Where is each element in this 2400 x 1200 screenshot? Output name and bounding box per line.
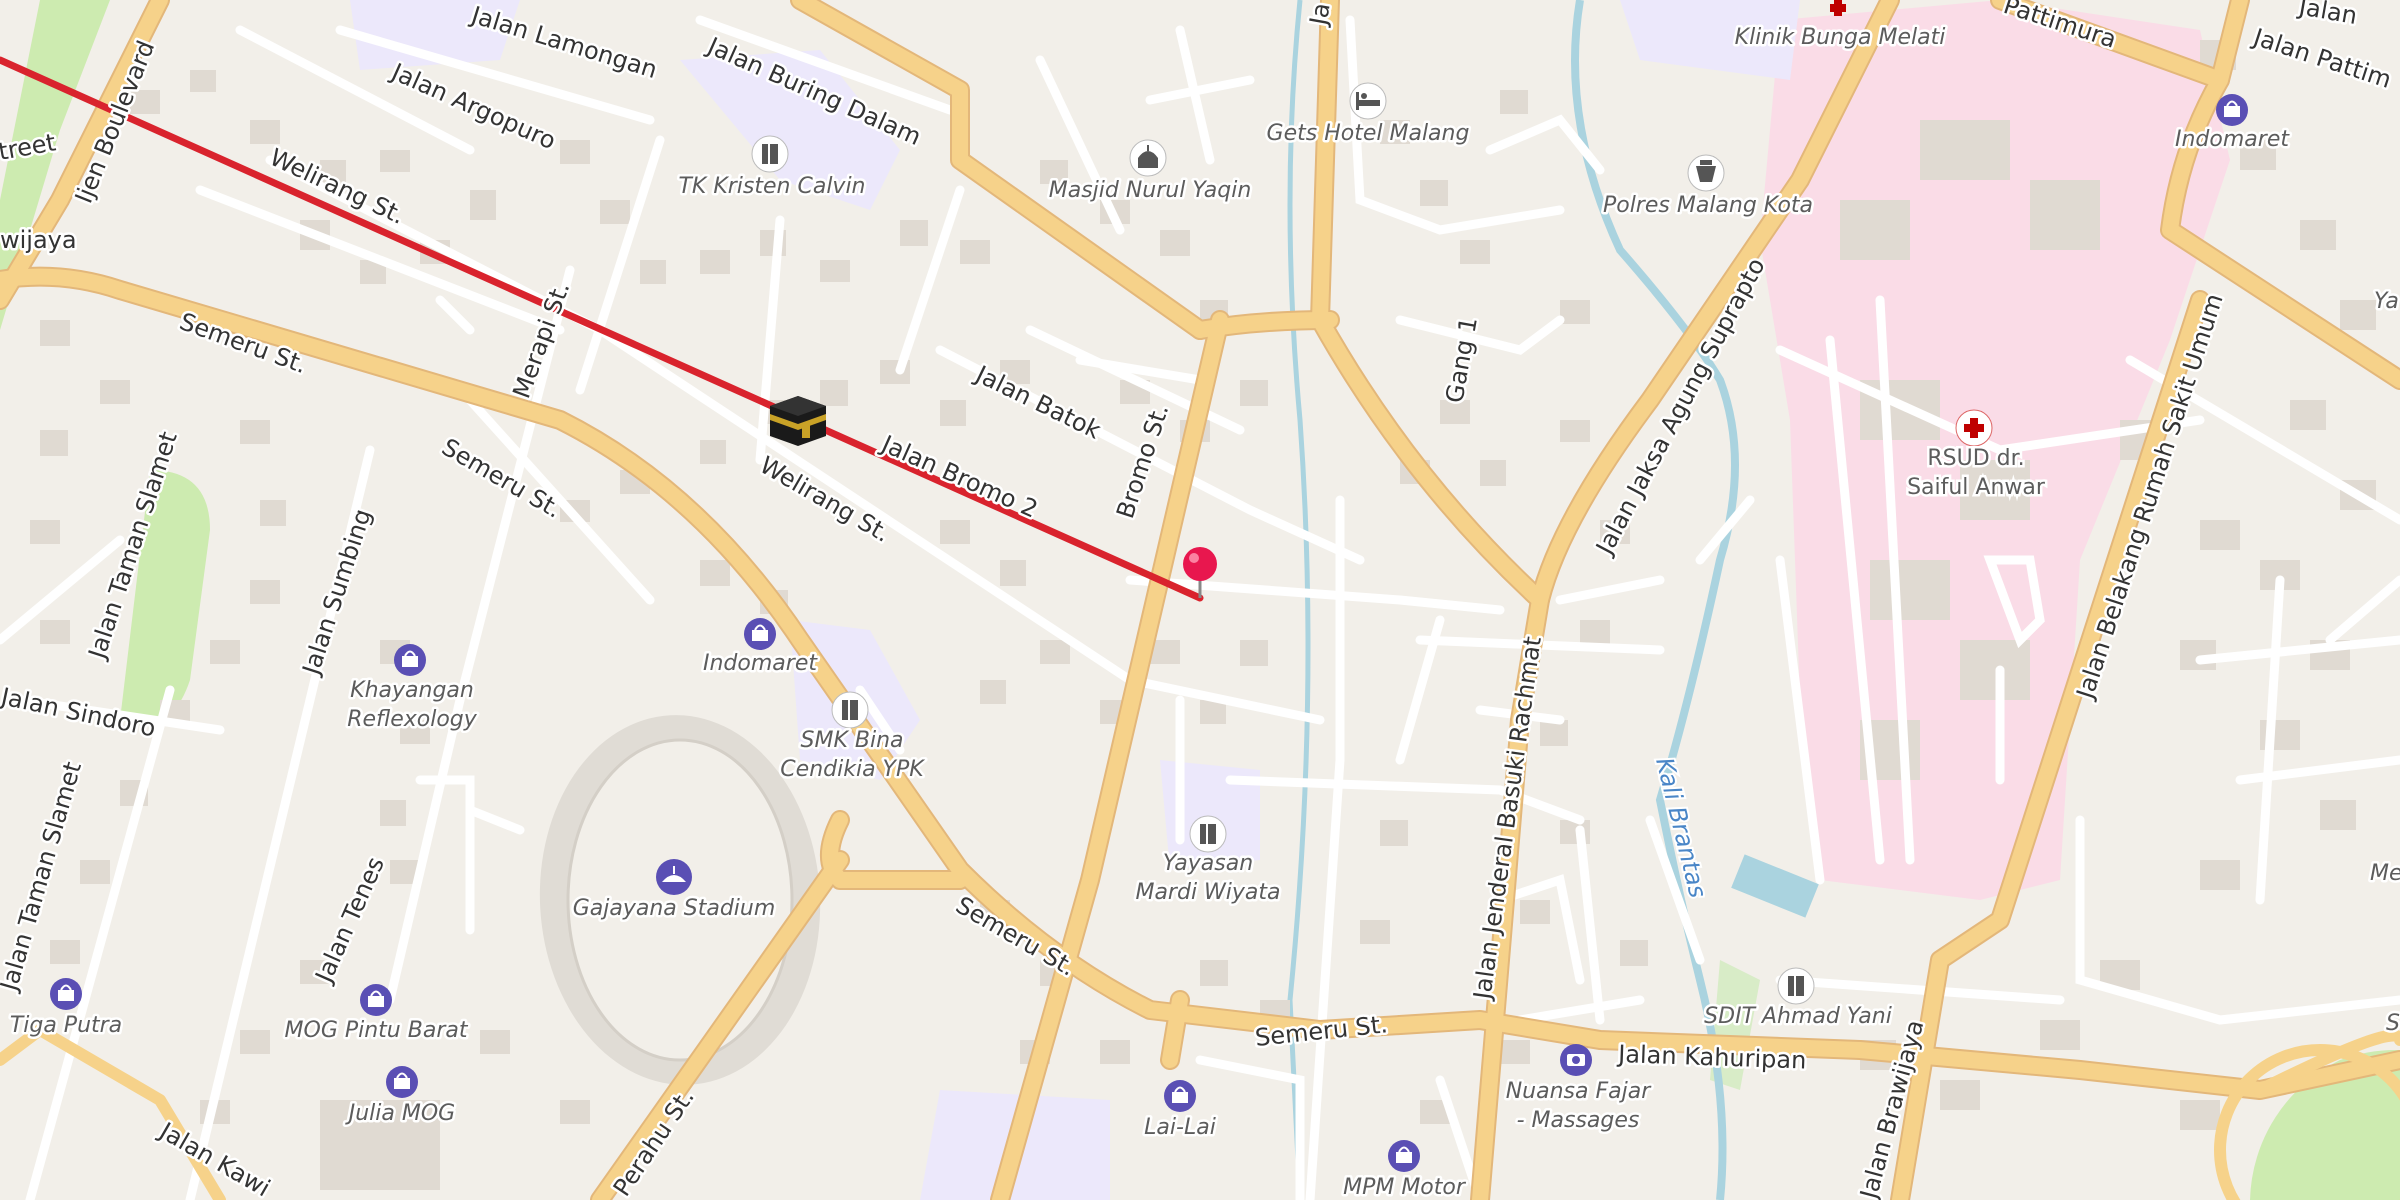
map-canvas[interactable]: Jalan Lamongan Jalan Argopuro Jalan Buri…: [0, 0, 2400, 1200]
poi-label-2: Mardi Wiyata: [1135, 880, 1280, 905]
school-icon: [1189, 815, 1227, 853]
kaaba-icon[interactable]: [770, 396, 826, 446]
poi-label: Julia MOG: [345, 1101, 455, 1126]
poi-label: Indomaret: [703, 651, 818, 676]
poi-label: Khayangan: [350, 678, 474, 703]
hotel-bed-icon: [1349, 82, 1387, 120]
poi-label: SDIT Ahmad Yani: [1704, 1004, 1892, 1029]
poi-label: Tiga Putra: [10, 1013, 122, 1038]
poi-label: Lai-Lai: [1144, 1115, 1216, 1140]
police-icon: [1687, 154, 1725, 192]
poi-label: MPM Motor: [1343, 1175, 1467, 1200]
poi-label: Indomaret: [2175, 127, 2290, 152]
hospital-icon: [1955, 409, 1993, 447]
poi-label: RSUD dr.: [1927, 446, 2024, 471]
poi-label-2: Cendikia YPK: [780, 757, 925, 782]
shopping-bag-icon: [744, 618, 776, 650]
shopping-bag-icon: [360, 984, 392, 1016]
poi-label-2: Reflexology: [347, 707, 478, 732]
school-icon: [1777, 967, 1815, 1005]
shopping-bag-icon: [2216, 94, 2248, 126]
mosque-icon: [1129, 139, 1167, 177]
partial-label-s: S: [2386, 1011, 2400, 1036]
poi-label: Nuansa Fajar: [1506, 1079, 1652, 1104]
poi-label-2: Saiful Anwar: [1907, 475, 2046, 500]
partial-label-ya: Ya: [2374, 289, 2399, 314]
poi-label-2: - Massages: [1517, 1108, 1640, 1133]
poi-label: Polres Malang Kota: [1603, 193, 1813, 218]
shopping-bag-icon: [394, 644, 426, 676]
stadium-icon: [656, 859, 692, 895]
poi-label: Gets Hotel Malang: [1267, 121, 1470, 146]
school-icon: [831, 691, 869, 729]
school-icon: [751, 135, 789, 173]
poi-label: TK Kristen Calvin: [678, 174, 865, 199]
shopping-bag-icon: [1388, 1140, 1420, 1172]
poi-label: MOG Pintu Barat: [285, 1018, 469, 1043]
shopping-bag-icon: [1164, 1080, 1196, 1112]
shopping-bag-icon: [386, 1066, 418, 1098]
poi-label: Gajayana Stadium: [573, 896, 776, 921]
poi-label: Masjid Nurul Yaqin: [1049, 178, 1252, 203]
poi-label: Klinik Bunga Melati: [1735, 25, 1946, 50]
street-label-wijaya: wijaya: [0, 226, 77, 254]
partial-label-me: Me: [2370, 861, 2400, 886]
poi-label: SMK Bina: [801, 728, 904, 753]
poi-label: Yayasan: [1163, 851, 1253, 876]
shopping-bag-icon: [50, 978, 82, 1010]
camera-icon: [1560, 1044, 1592, 1076]
